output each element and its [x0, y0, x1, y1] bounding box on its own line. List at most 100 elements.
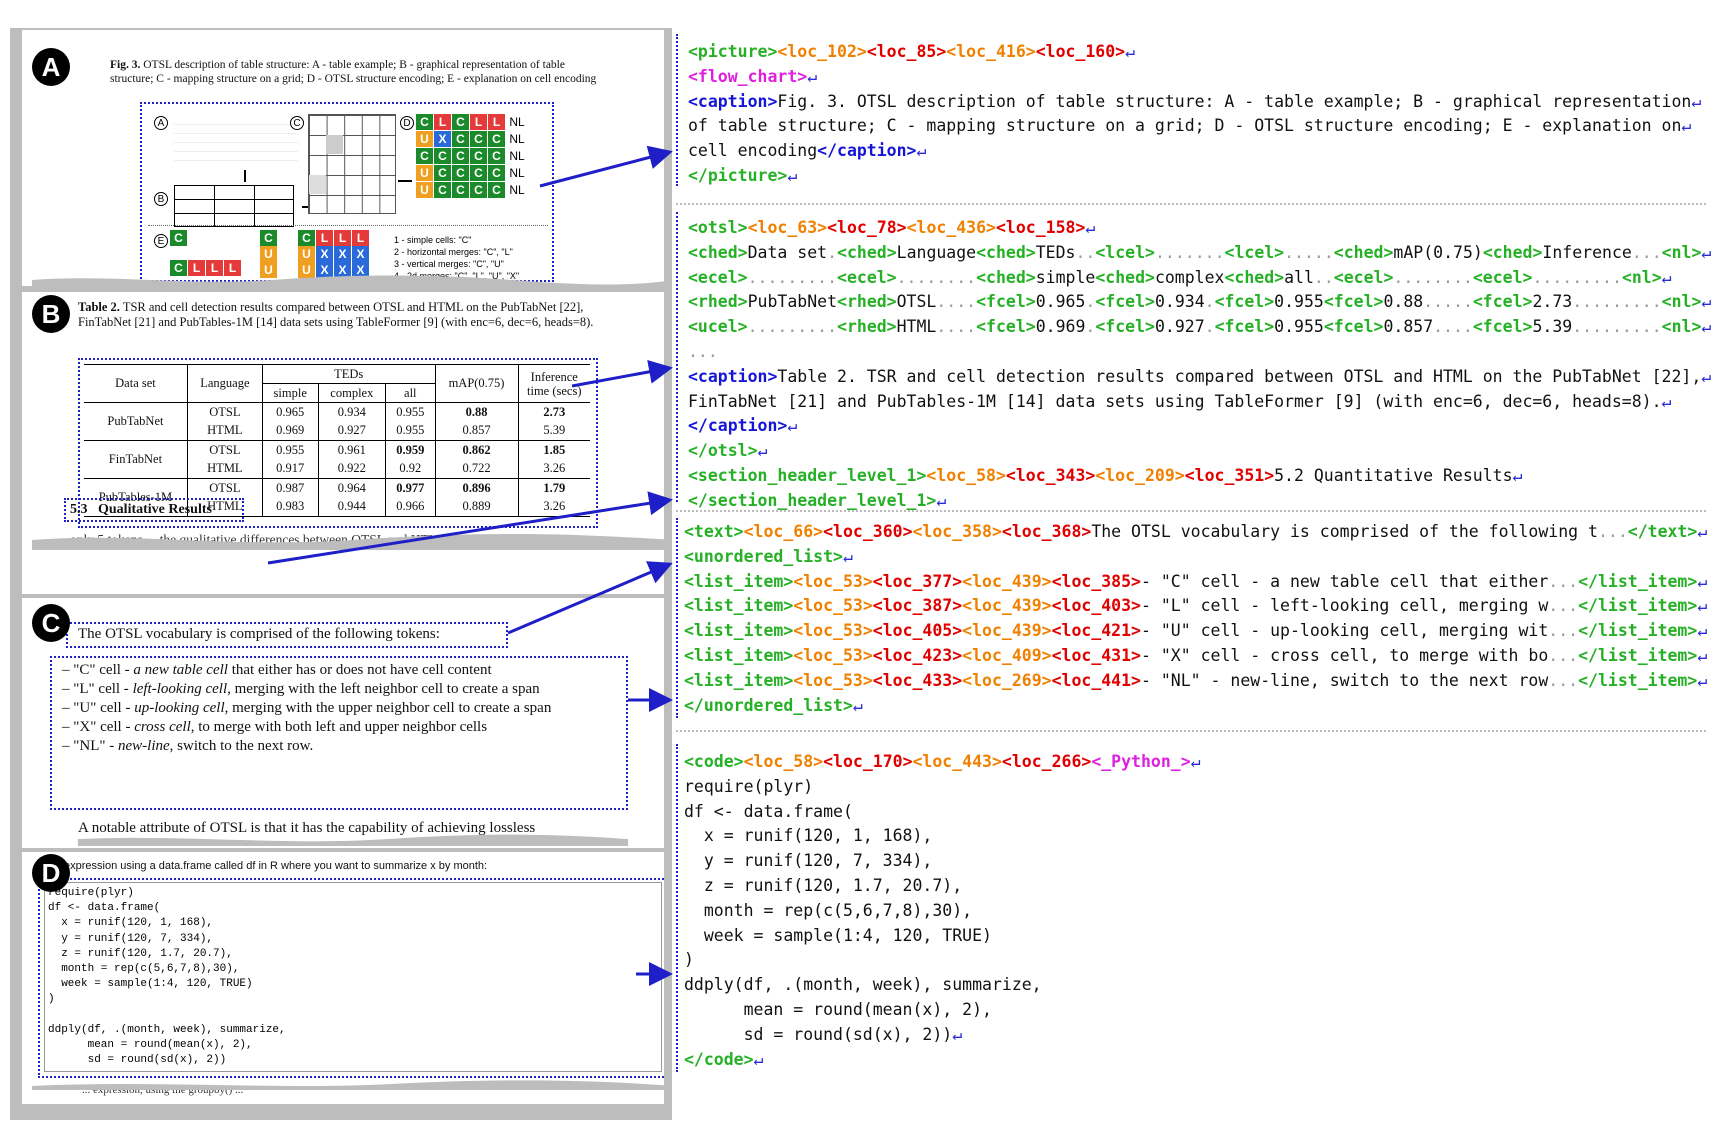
- cell-time: 3.26: [543, 461, 566, 476]
- text-content: Language: [896, 242, 977, 262]
- otsl-cell-U: U: [416, 182, 433, 198]
- cell-dataset: FinTabNet: [84, 440, 188, 479]
- ellipsis: ...: [1548, 646, 1579, 665]
- loc-token: <loc_63>: [747, 218, 828, 237]
- cell-time: 5.39: [543, 423, 566, 438]
- ellipsis: .........: [1532, 267, 1622, 287]
- cell-simple: 0.955: [262, 440, 319, 460]
- separator-2: [676, 510, 1706, 512]
- loc-token: <loc_439>: [962, 571, 1052, 591]
- text-content: Inference: [1542, 242, 1632, 262]
- table-row: PubTabNet OTSL 0.965 0.934 0.955 0.88 2.73: [84, 402, 590, 441]
- text-content: mAP(0.75): [1393, 242, 1483, 262]
- loc-token: <loc_433>: [872, 670, 963, 690]
- loc-token: <loc_269>: [962, 670, 1052, 690]
- loc-token: <loc_439>: [962, 621, 1052, 641]
- list-item-prefix: "U" cell -: [73, 700, 135, 716]
- tag-token: </list_item>: [1578, 621, 1698, 641]
- text-content: Table 2. TSR and cell detection results …: [777, 366, 1702, 386]
- otsl-cell-L: L: [434, 114, 451, 130]
- loc-token: <loc_53>: [793, 571, 873, 591]
- text-content: 0.857: [1383, 317, 1434, 337]
- doctag-line: cell encoding</caption>↵: [688, 139, 926, 164]
- encoding-cell-X: X: [334, 246, 351, 262]
- cell-lang: HTML: [187, 459, 263, 479]
- ellipsis: .........: [747, 317, 838, 337]
- page-tear: [32, 1080, 664, 1090]
- otsl-cell-C: C: [416, 148, 433, 164]
- otsl-cell-L: L: [488, 114, 505, 130]
- eol-mark: ↵: [1697, 646, 1708, 665]
- token-list-item: – "X" cell - cross cell, to merge with b…: [62, 718, 622, 737]
- tag-token: <ched>: [1482, 242, 1543, 262]
- doctag-line: mean = round(mean(x), 2),: [684, 998, 992, 1023]
- loc-token: <loc_53>: [793, 596, 873, 616]
- tag-token: <ecel>: [1333, 267, 1394, 287]
- text-content: HTML: [896, 317, 937, 337]
- eol-mark: ↵: [1661, 391, 1672, 411]
- text-content: mean = round(mean(x), 2),: [684, 1000, 992, 1019]
- eol-mark: ↵: [1691, 91, 1702, 111]
- panel-a-card: Fig. 3. OTSL description of table struct…: [22, 30, 664, 286]
- cell-complex: 0.922: [318, 459, 387, 479]
- doctag-line: <ched>Data set.<ched>Language<ched>TEDs.…: [688, 241, 1711, 266]
- cell-simple: 0.969: [262, 421, 319, 441]
- list-item-term: up-looking cell: [134, 700, 225, 716]
- cell-dataset: PubTabNet: [84, 402, 188, 441]
- list-item-term: cross cell: [134, 719, 191, 735]
- subfig-a-label: A: [154, 116, 168, 130]
- ellipsis: .........: [747, 267, 838, 287]
- loc-token: <loc_360>: [823, 522, 913, 541]
- legend-line-2: 2 - horizontal merges: "C", "L": [394, 247, 513, 257]
- tag-token: <ched>: [1333, 242, 1394, 262]
- tag-token: <fcel>: [1472, 317, 1533, 337]
- loc-token: <loc_158>: [995, 218, 1086, 237]
- loc-token: <loc_78>: [827, 218, 907, 237]
- r-code: require(plyr) df <- data.frame( x = runi…: [48, 887, 286, 1067]
- ellipsis: ..: [1075, 242, 1096, 262]
- text-content: PubTabNet: [747, 292, 838, 312]
- otsl-cell-NL: NL: [509, 149, 525, 163]
- eol-mark: ↵: [952, 1024, 963, 1044]
- cell-simple: 0.983: [262, 497, 319, 517]
- otsl-cell-C: C: [470, 148, 487, 164]
- subfig-c-shade-2: [309, 175, 326, 194]
- list-item-term: left-looking cell: [132, 681, 228, 697]
- loc-token: <loc_403>: [1051, 596, 1141, 616]
- subfig-a-table: [174, 116, 298, 168]
- encoding-cell-L: L: [316, 230, 333, 246]
- ellipsis: ....: [1433, 317, 1473, 337]
- otsl-cell-C: C: [488, 131, 505, 147]
- text-content: Fig. 3. OTSL description of table struct…: [777, 91, 1692, 111]
- text-content: - "C" cell - a new table cell that eithe…: [1140, 571, 1549, 591]
- tag-token: <list_item>: [684, 646, 794, 665]
- text-content: cell encoding: [688, 141, 818, 161]
- cell-all: 0.959: [385, 440, 436, 460]
- tag-token: </list_item>: [1578, 646, 1698, 665]
- cell-map: 0.889: [435, 497, 519, 517]
- text-content: require(plyr): [684, 776, 814, 796]
- loc-token: <loc_160>: [1035, 42, 1126, 61]
- tag-token: <picture>: [688, 42, 778, 61]
- eol-mark: ↵: [1125, 42, 1136, 61]
- doctag-line: </otsl>↵: [688, 439, 767, 464]
- text-content: ddply(df, .(month, week), summarize,: [684, 975, 1042, 995]
- cell-simple: 0.987: [262, 478, 319, 498]
- doctag-line: <unordered_list>↵: [684, 545, 853, 570]
- loc-token: <loc_377>: [872, 571, 963, 591]
- otsl-cell-grid: C L C L L NL U X C C C NL C C C C C NL U C C C C NL U C C C C NL: [416, 114, 536, 204]
- loc-token: <loc_423>: [872, 646, 963, 665]
- loc-token: <loc_66>: [743, 522, 824, 541]
- tag-token: <fcel>: [976, 292, 1036, 312]
- text-content: sd = round(sd(x), 2)): [684, 1024, 953, 1044]
- otsl-cell-NL: NL: [509, 183, 525, 197]
- eol-mark: ↵: [753, 1049, 764, 1069]
- encoding-cell-C: C: [170, 230, 187, 246]
- cell-time: 2.73: [543, 404, 566, 419]
- eol-mark: ↵: [1697, 522, 1708, 541]
- text-content: The OTSL vocabulary is comprised of the …: [1091, 522, 1598, 541]
- otsl-cell-C: C: [488, 182, 505, 198]
- doctag-line: <code><loc_58><loc_170><loc_443><loc_266…: [684, 750, 1201, 775]
- otsl-cell-C: C: [470, 165, 487, 181]
- tokens-list: – "C" cell - a new table cell that eithe…: [62, 661, 622, 756]
